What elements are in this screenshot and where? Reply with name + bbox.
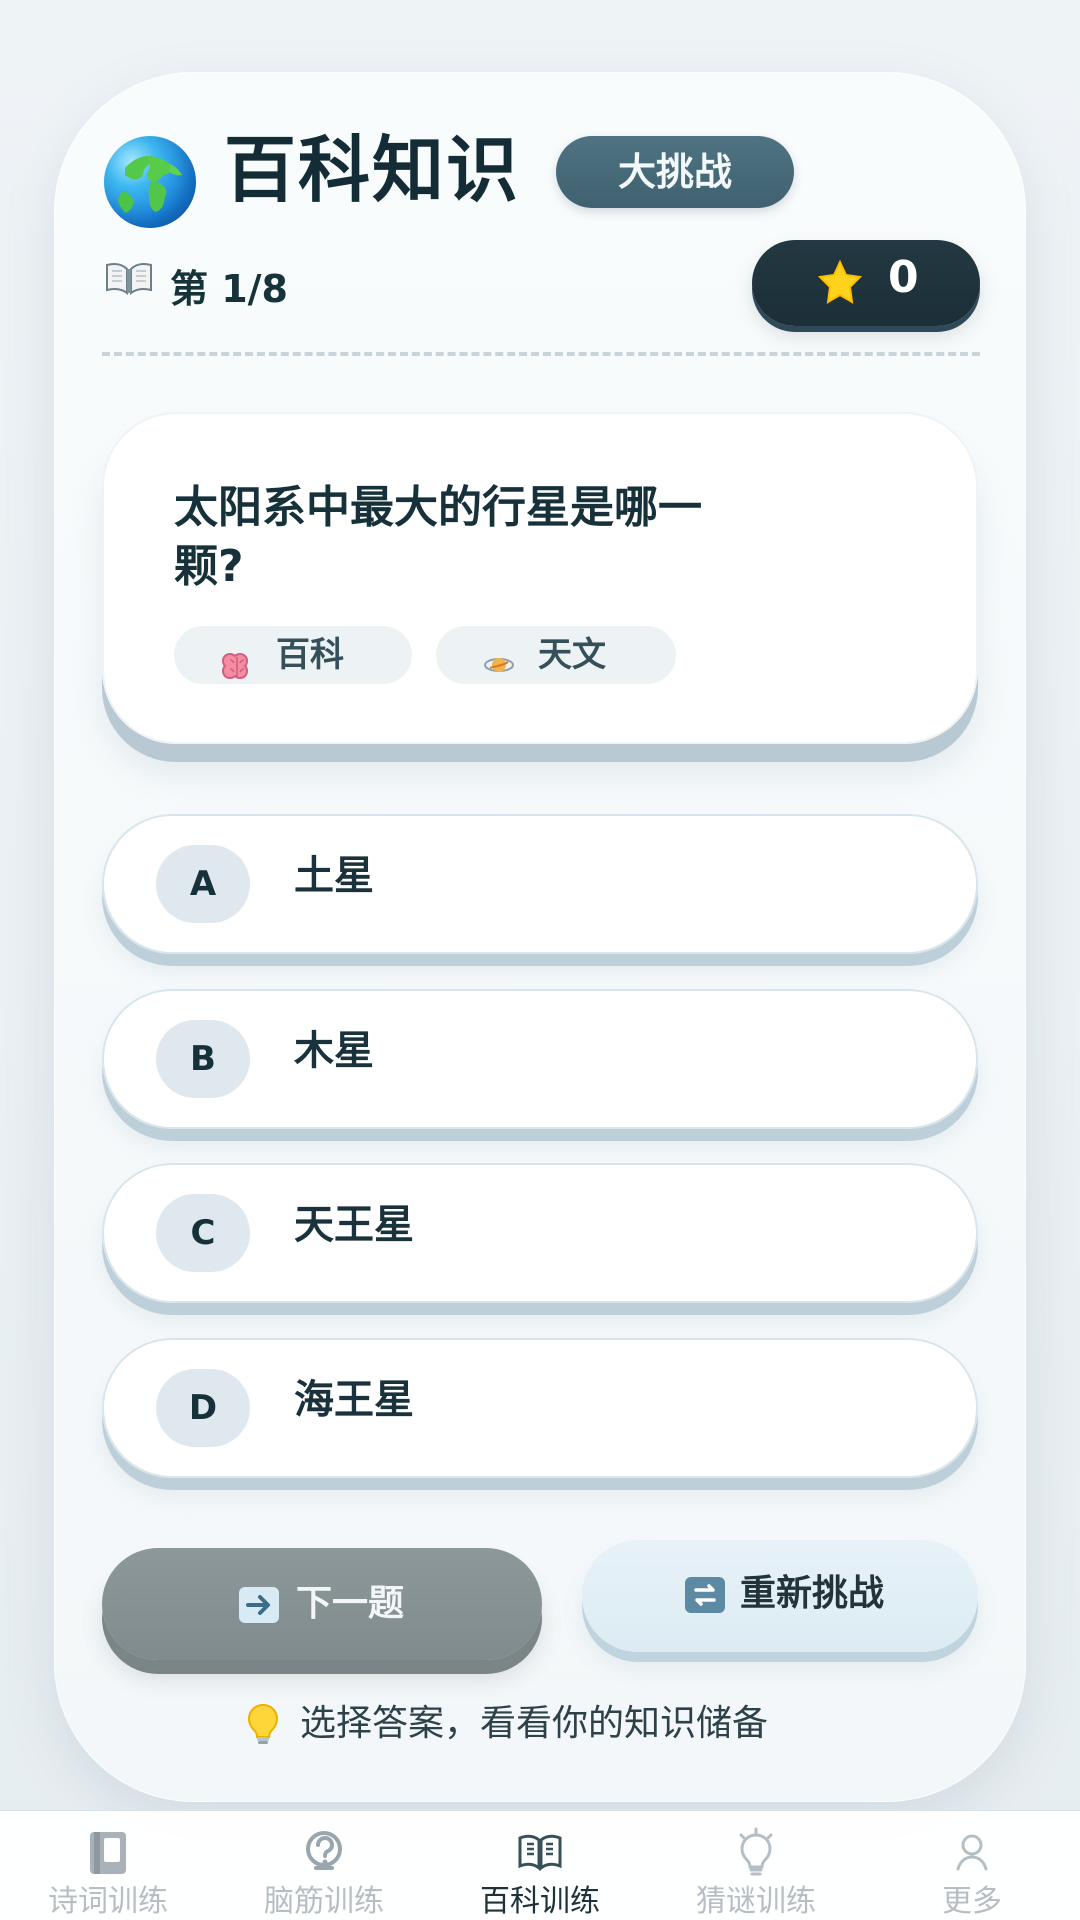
question-nav-icon	[298, 1827, 350, 1879]
option-text: 海王星	[294, 1377, 414, 1423]
nav-item-riddle-training[interactable]: 猜谜训练	[648, 1827, 864, 1917]
nav-label: 百科训练	[480, 1884, 600, 1919]
score-badge: 0	[752, 240, 980, 326]
score-value: 0	[888, 252, 919, 303]
globe-icon	[104, 136, 196, 228]
arrow-right-icon	[238, 1586, 280, 1624]
star-icon	[816, 258, 864, 306]
profile-nav-icon	[946, 1827, 998, 1879]
option-letter: D	[156, 1369, 250, 1447]
option-letter: C	[156, 1194, 250, 1272]
nav-item-poetry-training[interactable]: 诗词训练	[0, 1827, 216, 1917]
challenge-badge: 大挑战	[556, 136, 794, 208]
option-text: 木星	[294, 1028, 374, 1074]
bottom-navigation: 诗词训练 脑筋训练 百科训练 猜谜训练 更多	[0, 1810, 1080, 1920]
nav-item-more[interactable]: 更多	[864, 1827, 1080, 1917]
book-icon	[104, 260, 154, 296]
nav-label: 诗词训练	[48, 1884, 168, 1919]
progress-row: 第 1/8 0	[104, 240, 980, 330]
refresh-icon	[684, 1576, 726, 1614]
lightbulb-icon	[244, 1702, 282, 1746]
next-button-label: 下一题	[296, 1583, 405, 1624]
option-letter: A	[156, 845, 250, 923]
tag-label: 天文	[538, 635, 606, 675]
book-nav-icon	[82, 1827, 134, 1879]
option-letter: B	[156, 1020, 250, 1098]
next-question-button[interactable]: 下一题	[102, 1548, 542, 1660]
brain-icon	[220, 640, 254, 680]
tag-astronomy: 天文	[436, 626, 676, 684]
lightbulb-nav-icon	[730, 1827, 782, 1879]
encyclopedia-nav-icon	[514, 1827, 566, 1879]
answer-option-d[interactable]: D 海王星	[102, 1338, 978, 1478]
answer-option-c[interactable]: C 天王星	[102, 1163, 978, 1303]
screen: 百科知识 大挑战 第 1/8 0 太阳系中最大的行星是哪一 颗? 百科 天文 A…	[0, 0, 1080, 1920]
section-divider	[102, 352, 980, 356]
restart-button-label: 重新挑战	[740, 1573, 885, 1614]
nav-label: 更多	[942, 1884, 1002, 1919]
tag-label: 百科	[276, 635, 344, 675]
answer-option-b[interactable]: B 木星	[102, 989, 978, 1129]
hint-row: 选择答案，看看你的知识储备	[244, 1702, 864, 1752]
nav-label: 脑筋训练	[264, 1884, 384, 1919]
question-card: 太阳系中最大的行星是哪一 颗? 百科 天文	[102, 412, 978, 744]
question-progress: 第 1/8	[170, 267, 288, 311]
header: 百科知识 大挑战	[104, 130, 964, 240]
option-text: 土星	[294, 853, 374, 899]
nav-item-encyclopedia-training[interactable]: 百科训练	[432, 1827, 648, 1917]
answer-option-a[interactable]: A 土星	[102, 814, 978, 954]
option-text: 天王星	[294, 1202, 414, 1248]
hint-text: 选择答案，看看你的知识储备	[300, 1703, 769, 1744]
nav-label: 猜谜训练	[696, 1884, 816, 1919]
tag-encyclopedia: 百科	[174, 626, 412, 684]
planet-icon	[482, 640, 516, 672]
nav-item-brain-training[interactable]: 脑筋训练	[216, 1827, 432, 1917]
question-text: 太阳系中最大的行星是哪一 颗?	[174, 482, 702, 593]
page-title: 百科知识	[224, 128, 521, 212]
restart-challenge-button[interactable]: 重新挑战	[582, 1540, 978, 1652]
